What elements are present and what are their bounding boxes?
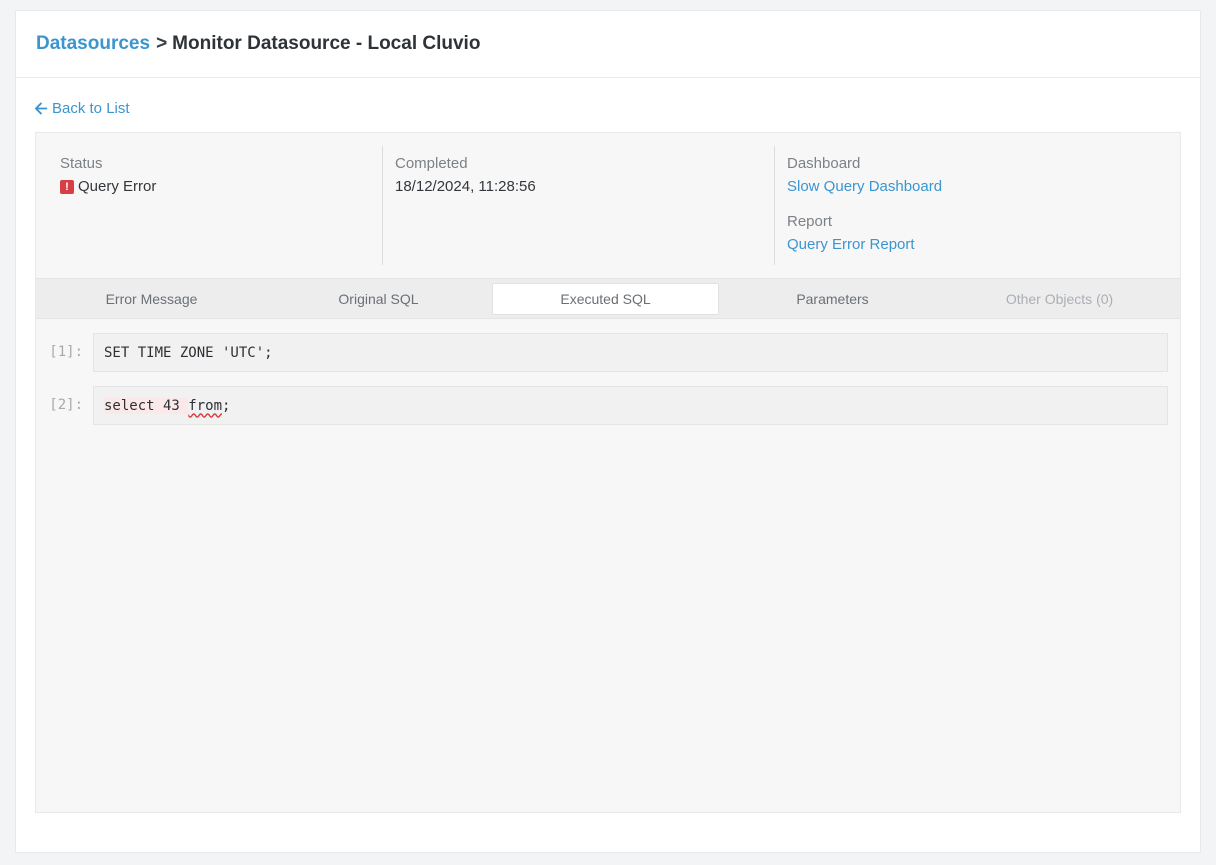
code-suffix: ;	[222, 397, 231, 414]
tab-executed-sql[interactable]: Executed SQL	[492, 282, 719, 315]
sql-statement: [2]: select 43 from;	[36, 386, 1180, 425]
dashboard-link[interactable]: Slow Query Dashboard	[787, 177, 942, 197]
back-to-list-link[interactable]: Back to List	[35, 100, 130, 117]
tab-other-objects: Other Objects (0)	[1005, 290, 1114, 307]
links-column: Dashboard Slow Query Dashboard Report Qu…	[775, 146, 942, 278]
dashboard-label: Dashboard	[787, 155, 861, 172]
query-detail-panel: Status ! Query Error Completed 18/12/202…	[35, 132, 1181, 813]
statement-number: [2]:	[49, 397, 83, 413]
sql-statement: [1]: SET TIME ZONE 'UTC';	[36, 333, 1180, 372]
statement-code[interactable]: SET TIME ZONE 'UTC';	[93, 333, 1168, 372]
completed-value: 18/12/2024, 11:28:56	[395, 178, 536, 195]
report-label: Report	[787, 213, 833, 230]
completed-column: Completed 18/12/2024, 11:28:56	[383, 146, 775, 265]
tab-error-message[interactable]: Error Message	[38, 283, 265, 315]
statement-number: [1]:	[49, 344, 83, 360]
page-header: Datasources > Monitor Datasource - Local…	[16, 11, 1200, 78]
status-label: Status	[60, 155, 103, 172]
status-value: ! Query Error	[60, 177, 382, 197]
executed-sql-area: [1]: SET TIME ZONE 'UTC'; [2]: select 43…	[36, 319, 1180, 425]
statement-code[interactable]: select 43 from;	[93, 386, 1168, 425]
back-to-list-label: Back to List	[52, 100, 130, 117]
status-text: Query Error	[78, 178, 157, 195]
query-tabs: Error Message Original SQL Executed SQL …	[36, 278, 1180, 319]
arrow-left-icon	[35, 102, 48, 115]
breadcrumb-separator: >	[156, 33, 168, 54]
tab-parameters[interactable]: Parameters	[719, 283, 946, 315]
page-title: Monitor Datasource - Local Cluvio	[172, 33, 481, 54]
error-icon: !	[60, 180, 74, 194]
code-prefix: select 43	[104, 397, 189, 414]
completed-label: Completed	[395, 155, 468, 172]
status-column: Status ! Query Error	[36, 146, 383, 265]
report-link[interactable]: Query Error Report	[787, 235, 942, 255]
code-error-token: from	[188, 397, 223, 414]
tab-original-sql[interactable]: Original SQL	[265, 283, 492, 315]
query-info-section: Status ! Query Error Completed 18/12/202…	[36, 133, 1180, 278]
breadcrumb-datasources-link[interactable]: Datasources	[36, 33, 150, 55]
